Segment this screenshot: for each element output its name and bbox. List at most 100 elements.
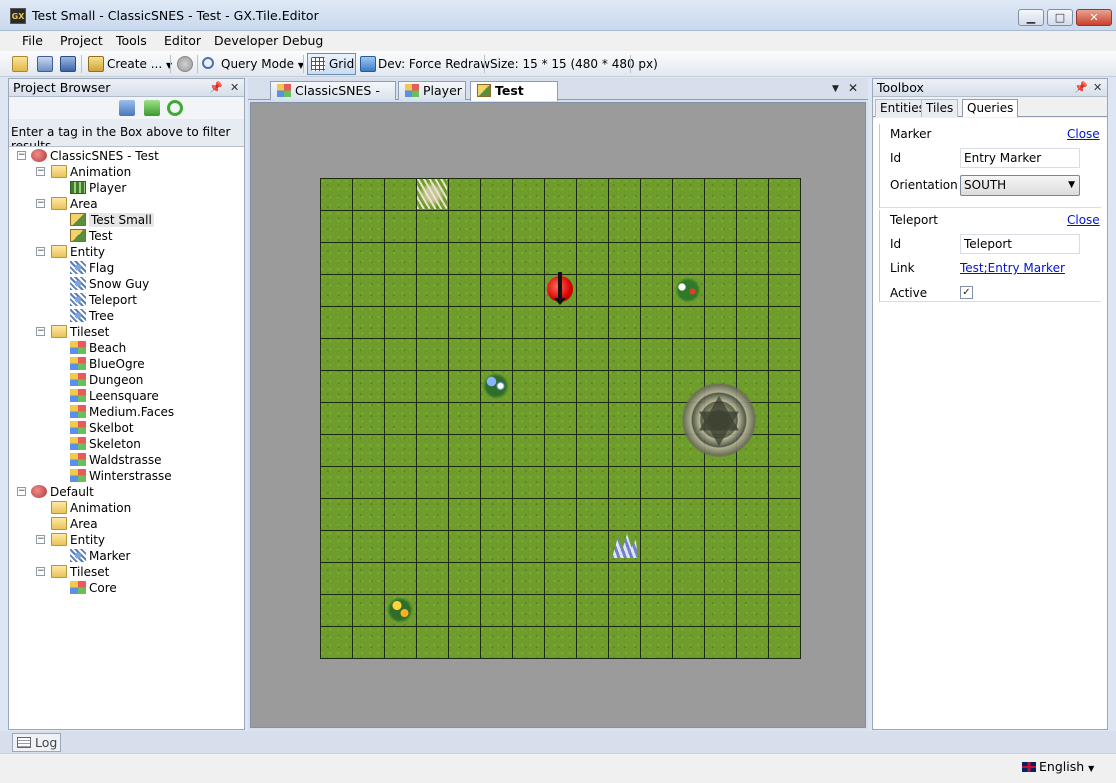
marker-id-label: Id: [890, 151, 902, 165]
tab-test-small[interactable]: Test Small: [470, 81, 558, 115]
tree-node-folder[interactable]: Tileset: [51, 564, 109, 580]
tree-label: Teleport: [89, 293, 137, 307]
blue-flower-tile[interactable]: [481, 371, 511, 401]
tree-node-tileset[interactable]: Winterstrasse: [70, 468, 172, 484]
tab-classicsnes-test[interactable]: ClassicSNES - Test: [270, 81, 396, 115]
language-selector[interactable]: English ▼: [1022, 759, 1094, 774]
tree-node-entity[interactable]: Teleport: [70, 292, 137, 308]
toolbar: Create ... ▼ Query Mode ▼ Grid Dev: Forc…: [0, 51, 1116, 77]
tree-node-folder[interactable]: Entity: [51, 532, 105, 548]
tall-grass-tile[interactable]: [417, 179, 447, 209]
close-document-icon[interactable]: ✕: [848, 81, 858, 95]
collapse-icon[interactable]: −: [17, 151, 26, 160]
status-bar: English ▼: [0, 753, 1116, 783]
marker-close-link[interactable]: Close: [1067, 127, 1100, 141]
tree-node-tileset[interactable]: Core: [70, 580, 117, 596]
teleport-close-link[interactable]: Close: [1067, 213, 1100, 227]
create-dropdown[interactable]: Create ... ▼: [107, 55, 172, 73]
orientation-label: Orientation: [890, 178, 958, 192]
menu-file[interactable]: File: [22, 33, 43, 48]
tree-node-tileset[interactable]: Medium.Faces: [70, 404, 174, 420]
query-mode-dropdown[interactable]: Query Mode ▼: [221, 55, 304, 73]
tree-node-project[interactable]: ClassicSNES - Test: [31, 148, 159, 164]
orientation-select[interactable]: SOUTH ▼: [960, 175, 1080, 196]
teleport-link[interactable]: Test;Entry Marker: [960, 261, 1065, 275]
pin-icon[interactable]: 📌: [209, 79, 223, 96]
active-checkbox[interactable]: ✓: [960, 286, 973, 299]
tab-list-chevron-icon[interactable]: ▼: [832, 84, 839, 94]
animation-icon: [70, 181, 86, 194]
collapse-icon[interactable]: −: [36, 167, 45, 176]
tree-node-folder[interactable]: Tileset: [51, 324, 109, 340]
tree-node-tileset[interactable]: Skelbot: [70, 420, 134, 436]
minimize-button[interactable]: ▁: [1018, 9, 1044, 26]
tree-node-tileset[interactable]: Leensquare: [70, 388, 159, 404]
collapse-icon[interactable]: −: [36, 327, 45, 336]
maximize-button[interactable]: □: [1047, 9, 1073, 26]
menu-editor[interactable]: Editor: [164, 33, 201, 48]
tree-node-folder[interactable]: Area: [51, 516, 98, 532]
pin-icon[interactable]: 📌: [1074, 79, 1088, 96]
log-tab[interactable]: Log: [12, 733, 61, 752]
tree-node-entity[interactable]: Tree: [70, 308, 114, 324]
tree-node-entity[interactable]: Flag: [70, 260, 114, 276]
collapse-icon[interactable]: −: [36, 247, 45, 256]
tree-node-folder[interactable]: Animation: [51, 164, 131, 180]
marker-id-field[interactable]: Entry Marker: [960, 148, 1080, 168]
entry-marker-entity[interactable]: [547, 272, 573, 305]
tree-node-tileset[interactable]: Skeleton: [70, 436, 141, 452]
refresh-icon[interactable]: [167, 100, 183, 116]
menu-tools[interactable]: Tools: [116, 33, 147, 48]
teleport-id-field[interactable]: Teleport: [960, 234, 1080, 254]
collapse-icon[interactable]: −: [36, 535, 45, 544]
open-folder-icon[interactable]: [12, 56, 28, 72]
flower-bush-tile[interactable]: [673, 275, 703, 305]
log-icon: [17, 737, 31, 748]
query-mode-label: Query Mode: [221, 57, 294, 71]
crystal-tile[interactable]: [612, 534, 638, 558]
tree-node-entity[interactable]: Marker: [70, 548, 130, 564]
marker-query-group: Marker Close Id Entry Marker Orientation…: [879, 124, 1101, 208]
save-icon[interactable]: [60, 56, 76, 72]
tree-node-project[interactable]: Default: [31, 484, 94, 500]
collapse-icon[interactable]: −: [36, 567, 45, 576]
close-icon[interactable]: ✕: [230, 79, 239, 96]
collapse-icon[interactable]: −: [17, 487, 26, 496]
teleport-entity[interactable]: [681, 382, 757, 458]
tree-label: Skeleton: [89, 437, 141, 451]
tree-node-folder[interactable]: Animation: [51, 500, 131, 516]
tree-node-entity[interactable]: Snow Guy: [70, 276, 149, 292]
tab-queries[interactable]: Queries: [962, 99, 1019, 117]
create-label: Create ...: [107, 57, 163, 71]
tree-node-area-selected[interactable]: Test Small: [70, 212, 154, 228]
sort-icon[interactable]: [119, 100, 135, 116]
tree-node-folder[interactable]: Area: [51, 196, 98, 212]
collapse-icon[interactable]: −: [36, 199, 45, 208]
tree-node-tileset[interactable]: BlueOgre: [70, 356, 145, 372]
tab-player[interactable]: Player: [398, 81, 466, 100]
yellow-flower-tile[interactable]: [385, 595, 415, 625]
tree-node-tileset[interactable]: Beach: [70, 340, 126, 356]
tile-map[interactable]: [320, 178, 801, 659]
close-button[interactable]: ✕: [1076, 9, 1112, 26]
folder-icon: [51, 245, 67, 258]
force-redraw-button[interactable]: Dev: Force Redraw: [378, 55, 490, 73]
tree-node-tileset[interactable]: Dungeon: [70, 372, 143, 388]
flag-icon[interactable]: [144, 100, 160, 116]
marker-group-title: Marker: [890, 127, 932, 141]
tree-node-tileset[interactable]: Waldstrasse: [70, 452, 162, 468]
tree-node-area[interactable]: Test: [70, 228, 113, 244]
tree-label: Tree: [89, 309, 115, 323]
project-browser-toolbar: [9, 97, 244, 119]
document-tabs: ClassicSNES - Test Player Test Small ▼ ✕: [248, 78, 868, 115]
checkmark-icon: ✓: [962, 287, 971, 298]
tree-node-animation[interactable]: Player: [70, 180, 126, 196]
menu-project[interactable]: Project: [60, 33, 103, 48]
map-canvas[interactable]: [250, 102, 866, 728]
tab-tiles[interactable]: Tiles: [921, 99, 959, 117]
menu-developer-debug[interactable]: Developer Debug: [214, 33, 323, 48]
close-icon[interactable]: ✕: [1093, 79, 1102, 96]
menu-bar: File Project Tools Editor Developer Debu…: [0, 31, 1116, 51]
tree-node-folder[interactable]: Entity: [51, 244, 105, 260]
save-all-icon[interactable]: [37, 56, 53, 72]
